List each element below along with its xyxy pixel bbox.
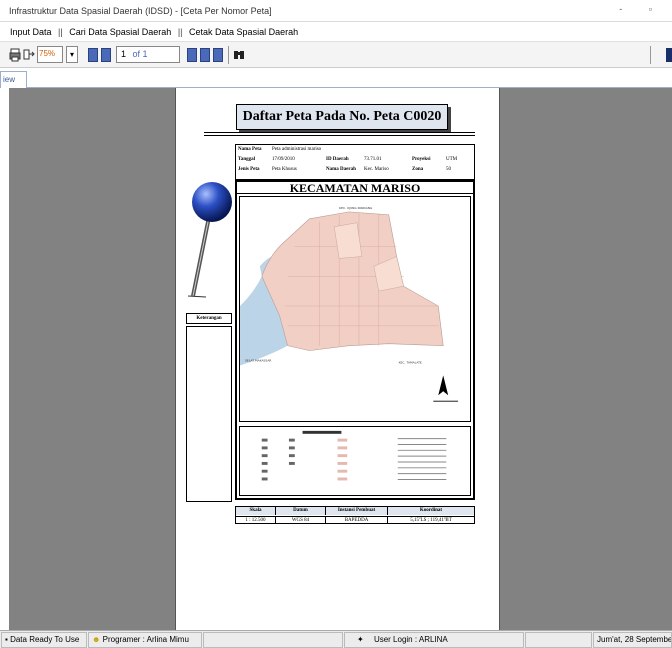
document-icon: ▪ bbox=[5, 635, 8, 644]
col-skala-header: Skala bbox=[236, 507, 276, 515]
map-legend bbox=[239, 426, 471, 496]
tab-strip: iew bbox=[0, 68, 672, 88]
skala-value: 1 : 12.500 bbox=[236, 516, 276, 524]
brand-logo bbox=[666, 48, 672, 62]
map-title: KECAMATAN MARISO bbox=[237, 182, 473, 194]
status-programmer: ☻ Programer : Arlina Mimu bbox=[88, 632, 202, 648]
nama-daerah-label: Nama Daerah bbox=[326, 167, 356, 172]
toolbar-divider bbox=[650, 46, 651, 64]
nama-peta-value: Peta administrasi mariso bbox=[272, 147, 322, 152]
menu-bar: Input Data || Cari Data Spasial Daerah |… bbox=[0, 22, 672, 42]
tab-main-report[interactable]: iew bbox=[0, 71, 27, 88]
menu-cetak-data[interactable]: Cetak Data Spasial Daerah bbox=[189, 27, 298, 37]
title-bar: Infrastruktur Data Spasial Daerah (IDSD)… bbox=[0, 0, 672, 22]
stop-button[interactable] bbox=[213, 48, 223, 62]
map-info-table: Nama Peta Peta administrasi mariso Tangg… bbox=[235, 144, 475, 180]
col-instansi-header: Instansi Pembuat bbox=[326, 507, 388, 515]
proyeksi-value: UTM bbox=[446, 157, 458, 162]
svg-text:KEC. TAMALATE: KEC. TAMALATE bbox=[399, 361, 422, 365]
previous-page-button[interactable] bbox=[101, 48, 111, 62]
koordinat-value: 5,15ºLS ; 119,41ºBT bbox=[388, 516, 474, 524]
zona-value: 50 bbox=[446, 167, 451, 172]
svg-text:KEC. UJUNG PANDANG: KEC. UJUNG PANDANG bbox=[339, 206, 373, 210]
menu-separator: || bbox=[177, 27, 183, 37]
title-divider bbox=[204, 135, 475, 136]
col-datum-header: Datum bbox=[276, 507, 326, 515]
instansi-value: BAPEDDA bbox=[326, 516, 388, 524]
zoom-dropdown-icon[interactable]: ▾ bbox=[66, 46, 78, 63]
page-total: of 1 bbox=[132, 49, 148, 59]
jenis-peta-label: Jenis Peta bbox=[238, 167, 260, 172]
svg-text:SELAT MAKASSAR: SELAT MAKASSAR bbox=[245, 359, 271, 363]
id-daerah-label: ID Daerah bbox=[326, 157, 349, 162]
status-user: ✦ User Login : ARLINA bbox=[344, 632, 524, 648]
window-controls[interactable]: - ▫ bbox=[619, 4, 664, 14]
toolbar-divider bbox=[228, 46, 229, 64]
report-viewer[interactable]: Daftar Peta Pada No. Peta C0020 Nama Pet… bbox=[9, 88, 672, 630]
report-title: Daftar Peta Pada No. Peta C0020 bbox=[236, 104, 448, 130]
col-koordinat-header: Koordinat bbox=[388, 507, 474, 515]
menu-separator: || bbox=[58, 27, 63, 37]
status-user-text: User Login : ARLINA bbox=[373, 635, 448, 644]
status-ready-text: Data Ready To Use bbox=[10, 635, 80, 644]
jenis-peta-value: Peta Khusus bbox=[272, 167, 297, 172]
zoom-field[interactable]: 75% bbox=[37, 46, 63, 63]
menu-cari-data[interactable]: Cari Data Spasial Daerah bbox=[69, 27, 171, 37]
first-page-button[interactable] bbox=[88, 48, 98, 62]
map-metadata-table: Skala Datum Instansi Pembuat Koordinat 1… bbox=[235, 506, 475, 524]
map-image: KEC. UJUNG PANDANG SELAT MAKASSAR KEC. T… bbox=[239, 196, 471, 422]
proyeksi-label: Proyeksi bbox=[412, 157, 431, 162]
keterangan-box bbox=[186, 326, 232, 502]
window-title: Infrastruktur Data Spasial Daerah (IDSD)… bbox=[9, 6, 272, 16]
title-divider bbox=[204, 132, 475, 133]
binoculars-icon[interactable] bbox=[233, 46, 245, 63]
nama-peta-label: Nama Peta bbox=[238, 147, 262, 152]
page-current[interactable]: 1 bbox=[121, 49, 126, 59]
tanggal-label: Tanggal bbox=[238, 157, 256, 162]
page-indicator[interactable]: 1 of 1 bbox=[116, 46, 180, 63]
map-pin-icon bbox=[187, 182, 232, 298]
tanggal-value: 17/09/2010 bbox=[272, 157, 295, 162]
status-programmer-text: Programer : Arlina Mimu bbox=[102, 635, 189, 644]
nama-daerah-value: Kec. Mariso bbox=[364, 167, 389, 172]
id-daerah-value: 73.71.01 bbox=[364, 157, 382, 162]
status-date: Jum'at, 28 September 20 bbox=[593, 632, 672, 648]
status-empty bbox=[203, 632, 343, 648]
status-empty bbox=[525, 632, 592, 648]
user-icon: ☻ bbox=[92, 635, 101, 644]
menu-input-data[interactable]: Input Data bbox=[10, 27, 52, 37]
keterangan-label: Keterangan bbox=[186, 313, 232, 324]
status-ready: ▪ Data Ready To Use bbox=[1, 632, 87, 648]
export-icon[interactable] bbox=[23, 46, 35, 63]
next-page-button[interactable] bbox=[187, 48, 197, 62]
zona-label: Zona bbox=[412, 167, 424, 172]
status-bar: ▪ Data Ready To Use ☻ Programer : Arlina… bbox=[0, 630, 672, 648]
users-icon: ✦ bbox=[357, 635, 364, 644]
last-page-button[interactable] bbox=[200, 48, 210, 62]
report-toolbar: 75% ▾ 1 of 1 bbox=[0, 42, 672, 68]
datum-value: WGS 84 bbox=[276, 516, 326, 524]
report-page: Daftar Peta Pada No. Peta C0020 Nama Pet… bbox=[175, 88, 500, 630]
print-icon[interactable] bbox=[9, 46, 21, 63]
map-frame: KECAMATAN MARISO KEC. UJUNG PANDANG SELA… bbox=[235, 180, 475, 500]
